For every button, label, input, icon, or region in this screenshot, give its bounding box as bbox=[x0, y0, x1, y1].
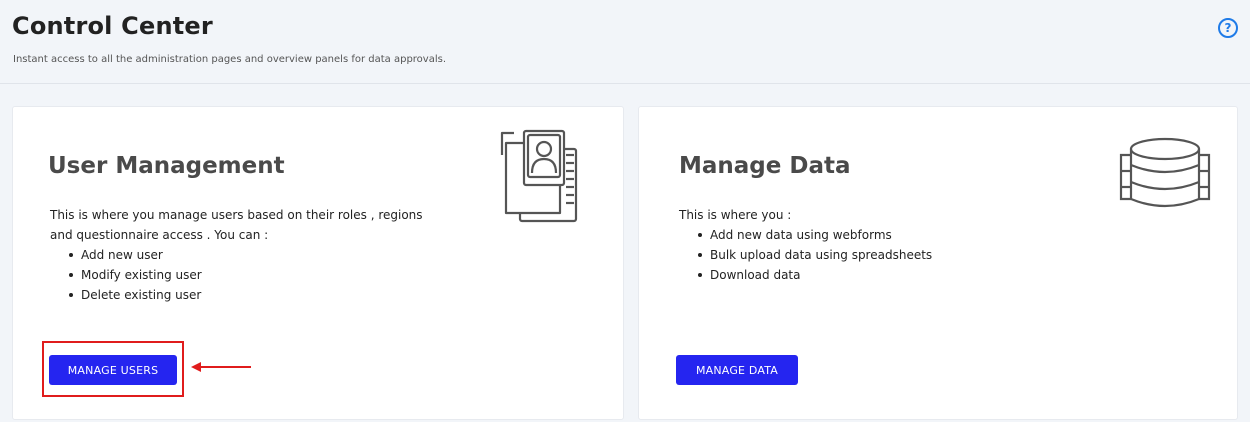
card-title-manage-data: Manage Data bbox=[679, 153, 851, 179]
card-description-user-management: This is where you manage users based on … bbox=[50, 205, 430, 305]
list-item: Download data bbox=[698, 265, 1059, 285]
database-icon bbox=[1119, 137, 1211, 208]
list-item: Bulk upload data using spreadsheets bbox=[698, 245, 1059, 265]
manage-data-button[interactable]: MANAGE DATA bbox=[676, 355, 798, 385]
card-title-user-management: User Management bbox=[48, 153, 285, 179]
page-header: Control Center Instant access to all the… bbox=[0, 0, 1250, 84]
list-item: Add new data using webforms bbox=[698, 225, 1059, 245]
list-item: Delete existing user bbox=[69, 285, 430, 305]
feature-list: Add new data using webforms Bulk upload … bbox=[698, 225, 1059, 285]
page: Control Center Instant access to all the… bbox=[0, 0, 1250, 422]
arrow-left-icon bbox=[191, 362, 251, 372]
list-item: Modify existing user bbox=[69, 265, 430, 285]
user-management-card: User Management This is where you manage… bbox=[12, 106, 624, 420]
description-text: This is where you manage users based on … bbox=[50, 208, 423, 242]
list-item: Add new user bbox=[69, 245, 430, 265]
manage-data-card: Manage Data This is where you : Add new … bbox=[638, 106, 1238, 420]
page-subtitle: Instant access to all the administration… bbox=[13, 54, 447, 65]
feature-list: Add new user Modify existing user Delete… bbox=[69, 245, 430, 305]
manage-users-button[interactable]: MANAGE USERS bbox=[49, 355, 177, 385]
help-icon[interactable]: ? bbox=[1218, 18, 1238, 38]
page-title: Control Center bbox=[12, 12, 213, 40]
card-description-manage-data: This is where you : Add new data using w… bbox=[679, 205, 1059, 285]
description-text: This is where you : bbox=[679, 208, 792, 222]
user-document-icon bbox=[500, 129, 578, 223]
